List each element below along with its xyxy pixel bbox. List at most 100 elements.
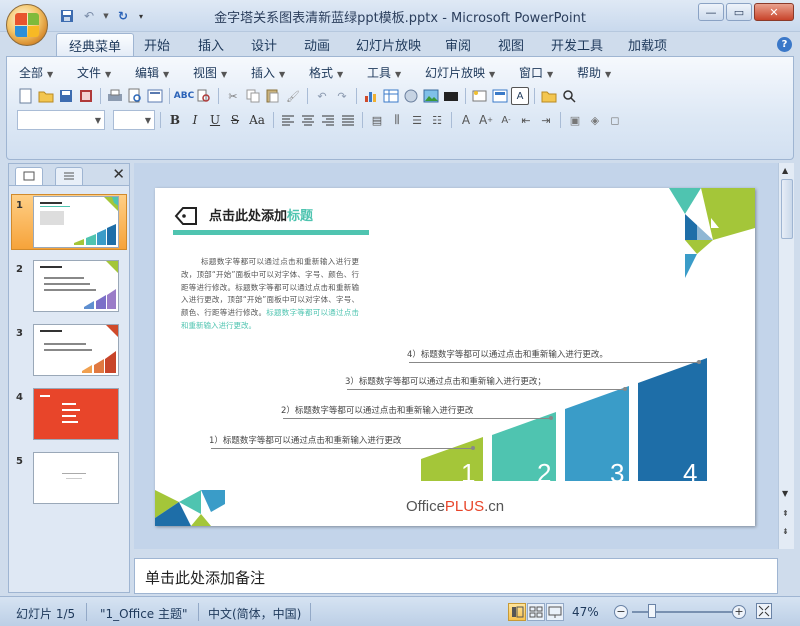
text-direction-icon[interactable]: ▤ bbox=[368, 111, 386, 129]
step-label-2[interactable]: 2）标题数字等都可以通过点击和重新输入进行更改 bbox=[281, 404, 473, 416]
zoom-level[interactable]: 47% bbox=[572, 605, 599, 619]
notes-pane[interactable]: 单击此处添加备注 bbox=[134, 558, 778, 594]
cut-icon[interactable]: ✂ bbox=[224, 87, 242, 105]
strikethrough-button[interactable]: S bbox=[226, 111, 244, 129]
paste-icon[interactable] bbox=[264, 87, 282, 105]
menu-file[interactable]: 文件 ▼ bbox=[77, 64, 111, 81]
bold-button[interactable]: B bbox=[166, 111, 184, 129]
menu-window[interactable]: 窗口 ▼ bbox=[519, 64, 553, 81]
align-right-icon[interactable] bbox=[319, 111, 337, 129]
tab-home[interactable]: 开始 bbox=[144, 35, 170, 54]
slide-layout-icon[interactable] bbox=[491, 87, 509, 105]
slide-thumbnail-4[interactable] bbox=[33, 388, 119, 440]
format-painter-icon[interactable]: 🖌 bbox=[284, 87, 302, 105]
tab-slides[interactable] bbox=[15, 167, 43, 185]
print-icon[interactable] bbox=[106, 87, 124, 105]
tab-classic-menu[interactable]: 经典菜单 bbox=[56, 33, 135, 56]
shrink-font-icon[interactable]: A- bbox=[497, 111, 515, 129]
maximize-button[interactable]: ▭ bbox=[726, 3, 752, 21]
tab-review[interactable]: 审阅 bbox=[445, 35, 471, 54]
font-size-combo[interactable]: ▼ bbox=[113, 110, 155, 130]
new-icon[interactable] bbox=[17, 87, 35, 105]
tab-slideshow[interactable]: 幻灯片放映 bbox=[356, 35, 421, 54]
zoom-slider-handle[interactable] bbox=[648, 604, 656, 618]
insert-clipart-icon[interactable] bbox=[402, 87, 420, 105]
open-icon[interactable] bbox=[37, 87, 55, 105]
menu-format[interactable]: 格式 ▼ bbox=[309, 64, 343, 81]
underline-button[interactable]: U bbox=[206, 111, 224, 129]
menu-help[interactable]: 帮助 ▼ bbox=[577, 64, 611, 81]
zoom-slider-track[interactable] bbox=[632, 611, 732, 613]
menu-insert[interactable]: 插入 ▼ bbox=[251, 64, 285, 81]
menu-tools[interactable]: 工具 ▼ bbox=[367, 64, 401, 81]
insert-shape-icon[interactable] bbox=[442, 87, 460, 105]
shape-fill-icon[interactable]: ◈ bbox=[586, 111, 604, 129]
close-icon[interactable]: ✕ bbox=[112, 165, 125, 183]
new-slide-icon[interactable] bbox=[471, 87, 489, 105]
scroll-up-icon[interactable]: ▲ bbox=[782, 166, 788, 175]
menu-view[interactable]: 视图 ▼ bbox=[193, 64, 227, 81]
zoom-in-button[interactable]: + bbox=[732, 605, 746, 619]
spelling-icon[interactable]: ABC bbox=[174, 87, 194, 105]
tab-insert[interactable]: 插入 bbox=[198, 35, 224, 54]
layout-icon[interactable] bbox=[146, 87, 164, 105]
tab-outline[interactable] bbox=[55, 167, 83, 185]
office-button[interactable] bbox=[6, 4, 48, 46]
redo-icon[interactable]: ↷ bbox=[333, 87, 351, 105]
menu-slideshow[interactable]: 幻灯片放映 ▼ bbox=[425, 64, 495, 81]
bullets-icon[interactable]: ☷ bbox=[428, 111, 446, 129]
justify-icon[interactable] bbox=[339, 111, 357, 129]
minimize-button[interactable]: — bbox=[698, 3, 724, 21]
slide-thumbnail-2[interactable] bbox=[33, 260, 119, 312]
arrange-icon[interactable]: ▣ bbox=[566, 111, 584, 129]
shape-outline-icon[interactable]: ◻ bbox=[606, 111, 624, 129]
language-indicator[interactable]: 中文(简体，中国) bbox=[208, 605, 301, 622]
body-text-box[interactable]: 标题数字等都可以通过点击和重新输入进行更改，顶部“开始”面板中可以对字体、字号、… bbox=[181, 256, 359, 333]
align-center-icon[interactable] bbox=[299, 111, 317, 129]
normal-view-button[interactable] bbox=[508, 603, 526, 621]
help-icon[interactable]: ? bbox=[777, 37, 792, 52]
slideshow-view-button[interactable] bbox=[546, 603, 564, 621]
grow-font-icon[interactable]: A + bbox=[477, 111, 495, 129]
change-case-button[interactable]: Aa bbox=[246, 111, 268, 129]
slide-canvas[interactable]: 点击此处添加标题 标题数字等都可以通过点击和重新输入进行更改，顶部“开始”面板中… bbox=[155, 188, 755, 526]
undo-icon[interactable]: ↶ bbox=[313, 87, 331, 105]
tab-developer[interactable]: 开发工具 bbox=[551, 35, 603, 54]
search-icon[interactable] bbox=[560, 87, 578, 105]
research-icon[interactable] bbox=[195, 87, 213, 105]
slide-thumbnail-1[interactable] bbox=[33, 196, 119, 248]
decrease-indent-icon[interactable]: ⇤ bbox=[517, 111, 535, 129]
step-label-1[interactable]: 1）标题数字等都可以通过点击和重新输入进行更改 bbox=[209, 434, 401, 446]
print-preview-icon[interactable] bbox=[126, 87, 144, 105]
close-button[interactable]: ✕ bbox=[754, 3, 794, 21]
next-slide-icon[interactable]: ⇟ bbox=[782, 527, 789, 536]
step-label-3[interactable]: 3）标题数字等都可以通过点击和重新输入进行更改； bbox=[345, 375, 546, 387]
save-icon[interactable] bbox=[57, 87, 75, 105]
insert-picture-icon[interactable] bbox=[422, 87, 440, 105]
italic-button[interactable]: I bbox=[186, 111, 204, 129]
tab-design[interactable]: 设计 bbox=[251, 35, 277, 54]
permission-icon[interactable] bbox=[77, 87, 95, 105]
fit-to-window-icon[interactable] bbox=[756, 603, 772, 619]
previous-slide-icon[interactable]: ⇞ bbox=[782, 509, 789, 518]
tab-animation[interactable]: 动画 bbox=[304, 35, 330, 54]
font-name-combo[interactable]: ▼ bbox=[17, 110, 105, 130]
insert-chart-icon[interactable] bbox=[362, 87, 380, 105]
zoom-out-button[interactable]: − bbox=[614, 605, 628, 619]
slide-thumbnail-3[interactable] bbox=[33, 324, 119, 376]
tab-addins[interactable]: 加载项 bbox=[628, 35, 667, 54]
slide-title[interactable]: 点击此处添加标题 bbox=[209, 205, 313, 224]
increase-indent-icon[interactable]: ⇥ bbox=[537, 111, 555, 129]
vertical-scrollbar[interactable]: ▲ ▼ ⇞ ⇟ bbox=[778, 163, 794, 549]
columns-icon[interactable]: ⫼ bbox=[388, 111, 406, 129]
step-label-4[interactable]: 4）标题数字等都可以通过点击和重新输入进行更改。 bbox=[407, 348, 608, 360]
scroll-down-icon[interactable]: ▼ bbox=[782, 489, 788, 498]
font-color-icon[interactable]: A bbox=[457, 111, 475, 129]
numbering-icon[interactable]: ☰ bbox=[408, 111, 426, 129]
align-left-icon[interactable] bbox=[279, 111, 297, 129]
scrollbar-thumb[interactable] bbox=[781, 179, 793, 239]
slide-thumbnail-5[interactable] bbox=[33, 452, 119, 504]
menu-all[interactable]: 全部 ▼ bbox=[19, 64, 53, 81]
insert-table-icon[interactable] bbox=[382, 87, 400, 105]
slide-sorter-view-button[interactable] bbox=[527, 603, 545, 621]
